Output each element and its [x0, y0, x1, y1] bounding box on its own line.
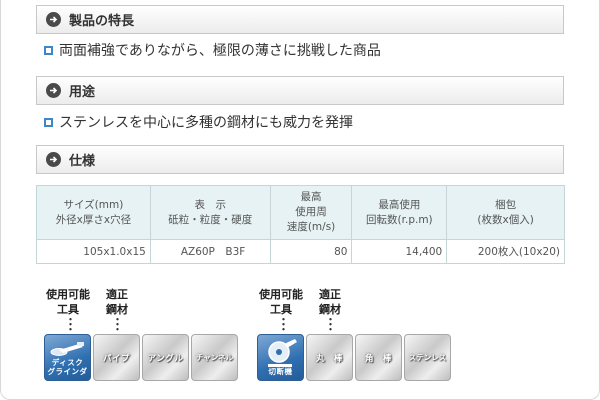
usage-item: ステンレスを中心に多種の鋼材にも威力を発揮 — [44, 112, 353, 132]
usage-text: ステンレスを中心に多種の鋼材にも威力を発揮 — [59, 115, 353, 131]
steel-tile-label: アングル — [147, 354, 184, 364]
section-title: 用途 — [69, 85, 96, 100]
tool-tile-disc-grinder: ディスク グラインダ — [44, 334, 91, 381]
feature-text: 両面補強でありながら、極限の薄さに挑戦した商品 — [59, 43, 381, 59]
section-title: 製品の特長 — [69, 14, 135, 29]
steel-tile-label: パイプ — [102, 354, 130, 364]
tool-tile-cutoff-machine: 切断機 — [257, 334, 304, 381]
spec-table: サイズ(mm) 外径x厚さx穴径 表 示砥粒・粒度・硬度 最高 使用周 速度(m/s)… — [36, 185, 565, 264]
steel-tile-label: 丸 棒 — [315, 354, 343, 364]
tool-tile-label: 切断機 — [268, 367, 293, 376]
bullet-square-icon — [44, 45, 53, 55]
steel-tile-label: 角 棒 — [364, 354, 392, 364]
cell-size: 105x1.0x15 — [36, 239, 151, 264]
steel-tile-angle: アングル — [142, 334, 189, 381]
cell-max-rpm: 14,400 — [351, 239, 448, 264]
steel-tile-round-bar: 丸 棒 — [306, 334, 353, 381]
cutoff-machine-icon — [268, 339, 297, 367]
dots-divider: ・・・ — [65, 313, 76, 336]
steel-tile-label: ステンレス — [408, 353, 447, 362]
bullet-square-icon — [44, 117, 53, 127]
table-row: 105x1.0x15 AZ60P B3F 80 14,400 200枚入(10x… — [36, 239, 565, 264]
section-title: 仕様 — [69, 154, 96, 169]
feature-item: 両面補強でありながら、極限の薄さに挑戦した商品 — [44, 40, 381, 60]
arrow-right-icon — [46, 12, 61, 27]
header-size: サイズ(mm) 外径x厚さx穴径 — [36, 185, 151, 240]
cell-max-speed: 80 — [269, 239, 353, 264]
dots-divider: ・・・ — [278, 313, 289, 336]
arrow-right-icon — [46, 152, 61, 167]
cell-packing: 200枚入(10x20) — [446, 239, 565, 264]
dots-divider: ・・・ — [112, 313, 123, 336]
dots-divider: ・・・ — [325, 313, 336, 336]
steel-tile-stainless: ステンレス — [404, 334, 451, 381]
steel-tile-channel: チャンネル — [191, 334, 238, 381]
header-marking: 表 示砥粒・粒度・硬度 — [149, 185, 271, 240]
header-max-rpm: 最高使用 回転数(r.p.m) — [351, 185, 448, 240]
header-max-speed: 最高 使用周 速度(m/s) — [269, 185, 353, 240]
section-header-features: 製品の特長 — [36, 5, 564, 34]
spec-header-row: サイズ(mm) 外径x厚さx穴径 表 示砥粒・粒度・硬度 最高 使用周 速度(m/s)… — [36, 185, 565, 240]
steel-tile-square-bar: 角 棒 — [355, 334, 402, 381]
section-header-spec: 仕様 — [36, 145, 564, 174]
cell-marking: AZ60P B3F — [149, 239, 271, 264]
steel-tile-pipe: パイプ — [93, 334, 140, 381]
tool-tile-label: ディスク グラインダ — [47, 358, 88, 376]
header-packing: 梱包 (枚数x個入) — [446, 185, 565, 240]
steel-tile-label: チャンネル — [195, 353, 234, 362]
arrow-right-icon — [46, 83, 61, 98]
section-header-usage: 用途 — [36, 76, 564, 105]
